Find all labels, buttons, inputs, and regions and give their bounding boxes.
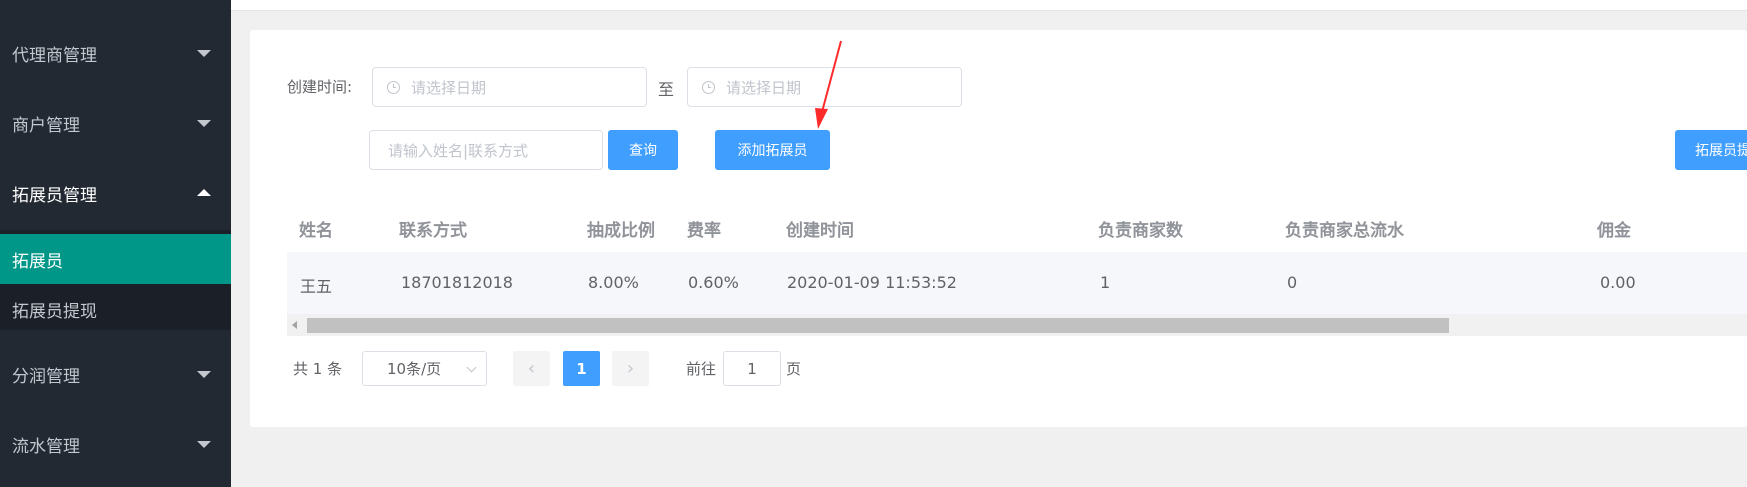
annotation-arrow-line xyxy=(821,40,842,113)
annotation-arrow-head xyxy=(815,108,828,129)
annotation-arrow-icon xyxy=(815,40,842,129)
